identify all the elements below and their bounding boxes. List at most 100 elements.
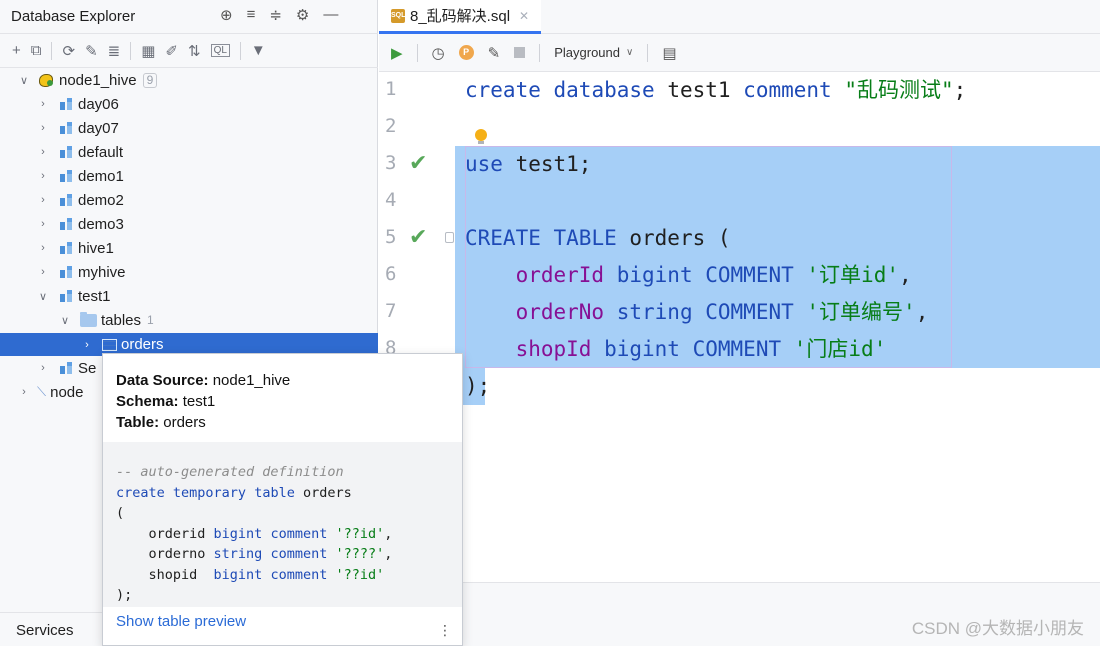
tree-item-database[interactable]: › myhive bbox=[0, 260, 378, 284]
code-token: CREATE bbox=[465, 226, 554, 250]
count-badge: 9 bbox=[142, 72, 158, 88]
panel-title: Database Explorer bbox=[11, 8, 136, 25]
refresh-icon[interactable]: ⟳ bbox=[62, 42, 75, 60]
code-token: orderid bbox=[116, 525, 214, 542]
add-icon[interactable]: ⊕ bbox=[220, 6, 233, 24]
show-table-preview-link[interactable]: Show table preview bbox=[116, 613, 246, 630]
stop-icon[interactable] bbox=[514, 47, 526, 58]
code-line[interactable]: shopId bigint COMMENT '门店id' bbox=[465, 331, 887, 368]
chevron-right-icon[interactable]: › bbox=[36, 194, 50, 206]
edit-schema-icon[interactable]: ✎ bbox=[85, 42, 98, 60]
code-token: temporary bbox=[172, 484, 255, 501]
gear-icon[interactable]: ⚙ bbox=[296, 6, 309, 24]
chevron-right-icon[interactable]: › bbox=[36, 98, 50, 110]
query-console-icon[interactable]: QL bbox=[210, 44, 230, 57]
profile-icon[interactable]: P bbox=[458, 45, 474, 60]
code-token: , bbox=[384, 525, 393, 542]
code-line[interactable]: orderNo string COMMENT '订单编号', bbox=[465, 294, 929, 331]
watermark: CSDN @大数据小朋友 bbox=[911, 619, 1084, 638]
bulb-icon[interactable] bbox=[475, 129, 487, 144]
more-options-icon[interactable]: ⋮ bbox=[438, 622, 452, 639]
chevron-right-icon[interactable]: › bbox=[36, 218, 50, 230]
new-icon[interactable]: + bbox=[12, 42, 21, 59]
code-line[interactable]: use test1; bbox=[465, 146, 591, 183]
tab-sql-file[interactable]: SQL 8_乱码解决.sql ✕ bbox=[379, 0, 541, 34]
chevron-right-icon[interactable]: › bbox=[36, 146, 50, 158]
code-token: ); bbox=[465, 374, 491, 398]
minimize-icon[interactable]: — bbox=[323, 6, 338, 24]
schema-icon bbox=[60, 194, 74, 206]
chevron-right-icon[interactable]: › bbox=[36, 170, 50, 182]
datasource-label: node1_hive bbox=[59, 71, 137, 89]
code-line[interactable]: create database test1 comment "乱码测试"; bbox=[465, 72, 966, 109]
tree-item-database[interactable]: › demo2 bbox=[0, 188, 378, 212]
expand-all-icon[interactable]: ≡ bbox=[247, 6, 256, 24]
wrench-icon[interactable]: ✎ bbox=[488, 44, 501, 62]
chevron-right-icon[interactable]: › bbox=[36, 362, 50, 374]
panel-header: Database Explorer ⊕ ≡ ≑ ⚙ — bbox=[0, 0, 378, 34]
code-token: bigint bbox=[616, 263, 706, 287]
schema-icon bbox=[60, 146, 74, 158]
jump-icon[interactable]: ⇅ bbox=[188, 42, 201, 60]
line-number: 6 bbox=[385, 263, 397, 285]
schema-label: hive1 bbox=[78, 239, 114, 257]
output-layout-icon[interactable]: ▤ bbox=[662, 44, 676, 62]
table-definition-popup: Data Source: node1_hive Schema: test1 Ta… bbox=[102, 353, 463, 646]
code-token: '??id' bbox=[335, 566, 385, 583]
schema-label: default bbox=[78, 143, 124, 161]
chevron-right-icon[interactable]: › bbox=[36, 242, 50, 254]
separator bbox=[416, 43, 418, 62]
tree-item-database[interactable]: › hive1 bbox=[0, 236, 378, 260]
tree-item-database[interactable]: › day06 bbox=[0, 92, 378, 116]
history-icon[interactable]: ◷ bbox=[432, 44, 445, 62]
editor-toolbar: ▶ ◷ P ✎ Playground ∨ ▤ bbox=[379, 34, 1100, 72]
hive-icon bbox=[37, 72, 55, 88]
edit-icon[interactable]: ✐ bbox=[165, 42, 178, 60]
code-token: COMMENT bbox=[705, 300, 807, 324]
copy-icon[interactable]: ⧉ bbox=[31, 42, 42, 59]
folder-icon bbox=[80, 311, 97, 327]
tree-item-database[interactable]: › default bbox=[0, 140, 378, 164]
schema-icon bbox=[60, 170, 74, 182]
datasource-key: Data Source: bbox=[116, 372, 209, 389]
schema-label: demo1 bbox=[78, 167, 124, 185]
tree-item-database[interactable]: › demo3 bbox=[0, 212, 378, 236]
table-key: Table: bbox=[116, 414, 160, 431]
code-token: use bbox=[465, 152, 516, 176]
code-line[interactable]: orderId bigint COMMENT '订单id', bbox=[465, 257, 912, 294]
chevron-right-icon[interactable]: › bbox=[36, 266, 50, 278]
code-token: orderNo bbox=[515, 300, 617, 324]
chevron-down-icon[interactable]: ∨ bbox=[58, 314, 72, 327]
code-token: , bbox=[384, 546, 393, 562]
line-number: 7 bbox=[385, 300, 397, 322]
chevron-right-icon[interactable]: › bbox=[80, 339, 94, 351]
playground-dropdown[interactable]: Playground ∨ bbox=[554, 45, 633, 60]
code-token: orders ( bbox=[629, 226, 731, 250]
tree-item-database[interactable]: › demo1 bbox=[0, 164, 378, 188]
chevron-right-icon[interactable]: › bbox=[17, 386, 31, 398]
code-line[interactable]: ); bbox=[465, 368, 490, 405]
collapse-all-icon[interactable]: ≑ bbox=[269, 6, 282, 24]
line-number: 4 bbox=[385, 189, 397, 211]
filter-icon[interactable]: ▼ bbox=[251, 42, 266, 59]
playground-label: Playground bbox=[554, 45, 620, 60]
code-token: '??id' bbox=[335, 525, 385, 542]
properties-icon[interactable]: ≣ bbox=[108, 42, 121, 60]
run-icon[interactable]: ▶ bbox=[391, 44, 403, 62]
chevron-down-icon[interactable]: ∨ bbox=[36, 290, 50, 303]
code-token: COMMENT bbox=[705, 263, 807, 287]
schema-icon bbox=[60, 218, 74, 230]
tree-item-datasource[interactable]: ∨ node1_hive 9 bbox=[0, 68, 378, 92]
code-line[interactable]: CREATE TABLE orders ( bbox=[465, 220, 731, 257]
chevron-down-icon[interactable]: ∨ bbox=[17, 74, 31, 87]
tree-item-tables[interactable]: ∨ tables 1 bbox=[0, 308, 378, 332]
table-view-icon[interactable]: ▦ bbox=[141, 42, 155, 60]
close-icon[interactable]: ✕ bbox=[519, 9, 529, 23]
tree-item-test1[interactable]: ∨ test1 bbox=[0, 284, 378, 308]
schema-value: test1 bbox=[178, 393, 216, 410]
chevron-right-icon[interactable]: › bbox=[36, 122, 50, 134]
tree-item-database[interactable]: › day07 bbox=[0, 116, 378, 140]
code-editor[interactable]: create database test1 comment "乱码测试"; use… bbox=[455, 72, 1100, 582]
